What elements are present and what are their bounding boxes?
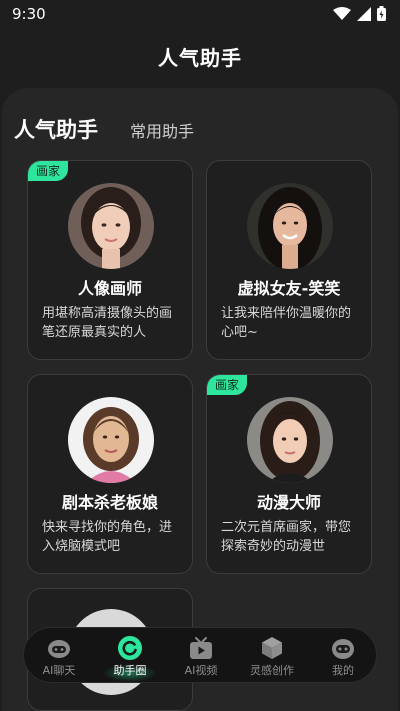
card-description: 二次元首席画家，带您探索奇妙的动漫世	[221, 520, 352, 554]
card-description: 用堪称高清摄像头的画笔还原最真实的人	[42, 306, 173, 340]
status-time: 9:30	[12, 5, 46, 23]
assistant-circle-icon	[118, 636, 142, 660]
avatar	[247, 183, 333, 269]
card-description: 快来寻找你的角色，进入烧脑模式吧	[42, 520, 173, 554]
card-title: 剧本杀老板娘	[61, 493, 158, 512]
card-title: 人像画师	[77, 279, 142, 298]
nav-label: AI聊天	[42, 664, 76, 677]
status-bar: 9:30	[0, 0, 400, 28]
card-title: 动漫大师	[256, 493, 321, 512]
painter-badge: 画家	[207, 375, 248, 395]
assistant-card-murder-mystery-host[interactable]: 剧本杀老板娘 快来寻找你的角色，进入烧脑模式吧	[27, 374, 193, 574]
signal-icon	[357, 6, 371, 21]
tab-popular-assistants[interactable]: 人气助手	[14, 114, 98, 144]
assistant-card-portrait-painter[interactable]: 画家 人像画师 用堪称高清摄像头的画笔还原最真实的人	[27, 160, 193, 360]
nav-inspiration-creation[interactable]: 灵感创作	[237, 628, 307, 684]
tab-common-assistants[interactable]: 常用助手	[130, 118, 194, 142]
card-title: 虚拟女友-笑笑	[237, 279, 341, 298]
robot-face-icon	[332, 639, 354, 659]
nav-label: 助手圈	[113, 664, 147, 677]
cube-icon	[262, 637, 282, 659]
nav-assistant-circle[interactable]: 助手圈	[95, 628, 165, 684]
wifi-icon	[333, 6, 351, 20]
status-icons	[333, 6, 386, 21]
app-title: 人气助手	[158, 46, 242, 70]
avatar	[247, 397, 333, 483]
avatar	[68, 183, 154, 269]
nav-label: 我的	[332, 664, 354, 677]
nav-mine[interactable]: 我的	[308, 628, 378, 684]
avatar	[68, 397, 154, 483]
bottom-nav: AI聊天 助手圈 AI视频 灵感创作 我的	[23, 627, 377, 683]
nav-ai-video[interactable]: AI视频	[166, 628, 236, 684]
robot-icon	[48, 640, 70, 658]
tv-icon	[190, 637, 212, 659]
nav-label: AI视频	[184, 664, 218, 677]
assistant-card-virtual-girlfriend[interactable]: 虚拟女友-笑笑 让我来陪伴你温暖你的心吧~	[206, 160, 372, 360]
painter-badge: 画家	[28, 161, 69, 181]
battery-icon	[377, 6, 386, 21]
nav-label: 灵感创作	[250, 664, 294, 677]
assistant-card-anime-master[interactable]: 画家 动漫大师 二次元首席画家，带您探索奇妙的动漫世	[206, 374, 372, 574]
card-description: 让我来陪伴你温暖你的心吧~	[221, 306, 352, 340]
nav-ai-chat[interactable]: AI聊天	[24, 628, 94, 684]
